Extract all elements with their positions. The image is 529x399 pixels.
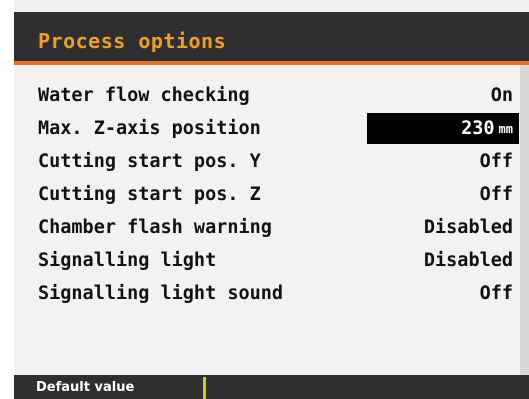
selected-value-field[interactable]: 230 mm: [367, 113, 519, 144]
setting-label: Cutting start pos. Z: [38, 184, 261, 205]
screen-margin: [0, 0, 14, 399]
setting-label: Signalling light sound: [38, 283, 284, 304]
softkey-divider: [203, 377, 206, 399]
setting-value: Disabled: [423, 250, 513, 271]
setting-row-signalling-light-sound[interactable]: Signalling light sound Off: [38, 278, 519, 309]
setting-value: Off: [479, 283, 513, 304]
setting-value: Disabled: [423, 217, 513, 238]
default-value-softkey[interactable]: Default value: [36, 380, 134, 395]
setting-row-cutting-start-pos-y[interactable]: Cutting start pos. Y Off: [38, 146, 519, 177]
setting-label: Signalling light: [38, 250, 217, 271]
setting-row-water-flow-checking[interactable]: Water flow checking On: [38, 80, 519, 111]
setting-label: Cutting start pos. Y: [38, 151, 261, 172]
setting-value: Off: [479, 184, 513, 205]
process-options-screen: Process options Water flow checking On M…: [0, 0, 529, 399]
header-bar: Process options: [14, 12, 529, 62]
setting-row-max-z-axis-position[interactable]: Max. Z-axis position 230 mm: [38, 113, 519, 144]
settings-list: Water flow checking On Max. Z-axis posit…: [14, 65, 529, 375]
setting-label: Max. Z-axis position: [38, 118, 261, 139]
setting-label: Chamber flash warning: [38, 217, 272, 238]
softkey-bar: Default value: [14, 375, 529, 399]
setting-value: Off: [479, 151, 513, 172]
setting-unit: mm: [498, 121, 513, 136]
setting-value: On: [490, 85, 513, 106]
page-title: Process options: [38, 29, 227, 53]
scrollbar[interactable]: [520, 65, 529, 375]
setting-row-chamber-flash-warning[interactable]: Chamber flash warning Disabled: [38, 212, 519, 243]
setting-row-cutting-start-pos-z[interactable]: Cutting start pos. Z Off: [38, 179, 519, 210]
setting-label: Water flow checking: [38, 85, 250, 106]
setting-value: 230: [461, 118, 495, 139]
setting-row-signalling-light[interactable]: Signalling light Disabled: [38, 245, 519, 276]
